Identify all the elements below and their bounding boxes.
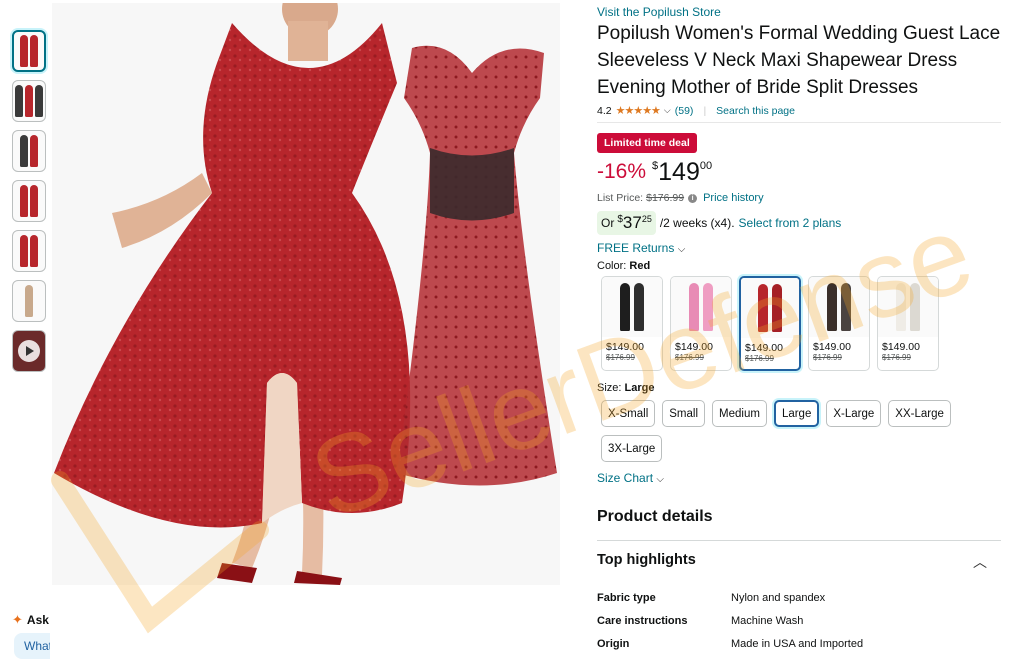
top-highlights-heading[interactable]: Top highlights: [597, 552, 696, 568]
thumbnail-strip: [12, 30, 48, 380]
divider: [597, 540, 1001, 541]
color-swatch[interactable]: $149.00 $176.99: [877, 276, 939, 371]
search-page-link[interactable]: Search this page: [716, 105, 795, 117]
store-link[interactable]: Visit the Popilush Store: [597, 5, 721, 19]
thumbnail-5[interactable]: [12, 230, 46, 272]
ask-label: Ask: [26, 613, 49, 627]
spec-key: Fabric type: [597, 592, 656, 604]
swatch-image: [741, 278, 799, 338]
swatch-price: $149.00: [882, 341, 920, 353]
rating-value: 4.2: [597, 104, 612, 117]
spec-row: Care instructions Machine Wash: [597, 615, 1001, 627]
size-options: X-Small Small Medium Large X-Large XX-Large 3X…: [601, 400, 981, 462]
size-option-button[interactable]: Medium: [712, 400, 767, 427]
color-swatches: $149.00 $176.99 $149.00 $176.99 $149.00 $176.…: [601, 276, 939, 371]
main-product-image[interactable]: [52, 3, 560, 585]
spec-value: Made in USA and Imported: [731, 638, 864, 650]
thumbnail-video[interactable]: [12, 330, 46, 372]
color-swatch[interactable]: $149.00 $176.99: [601, 276, 663, 371]
color-swatch[interactable]: $149.00 $176.99: [739, 276, 801, 371]
swatch-image: [671, 277, 731, 337]
color-swatch[interactable]: $149.00 $176.99: [670, 276, 732, 371]
size-label-text: Size:: [597, 382, 622, 394]
swatch-list-price: $176.99: [813, 353, 842, 362]
ask-widget[interactable]: ✦ Ask: [12, 612, 49, 628]
chevron-down-icon: ⌵: [656, 474, 664, 485]
size-option-button[interactable]: XX-Large: [888, 400, 951, 427]
plan-fraction: 25: [641, 214, 652, 224]
thumbnail-6[interactable]: [12, 280, 46, 322]
color-label: Color: Red: [597, 260, 650, 272]
product-title: Popilush Women's Formal Wedding Guest La…: [597, 23, 1001, 98]
size-chart-label: Size Chart: [597, 471, 654, 485]
star-rating-icon[interactable]: ★★★★★: [616, 104, 661, 117]
thumbnail-1[interactable]: [12, 30, 46, 72]
price-history-link[interactable]: Price history: [703, 192, 764, 204]
size-label: Size: Large: [597, 382, 655, 394]
sparkle-icon: ✦: [12, 612, 23, 627]
deal-badge: Limited time deal: [597, 133, 697, 153]
dress-illustration: [54, 3, 557, 585]
free-returns-label: FREE Returns: [597, 241, 675, 255]
swatch-image: [809, 277, 869, 337]
spec-key: Origin: [597, 638, 630, 650]
size-selected: Large: [624, 382, 655, 394]
size-option-button[interactable]: X-Small: [601, 400, 656, 427]
color-swatch[interactable]: $149.00 $176.99: [808, 276, 870, 371]
free-returns-link[interactable]: FREE Returns ⌵: [597, 241, 685, 255]
size-option-button[interactable]: Small: [662, 400, 706, 427]
size-chart-link[interactable]: Size Chart ⌵: [597, 471, 664, 485]
chevron-down-icon: ⌵: [677, 244, 686, 255]
chevron-up-icon[interactable]: ︿: [973, 552, 987, 572]
price-fraction: 00: [699, 160, 713, 172]
select-plans-link[interactable]: Select from 2 plans: [739, 216, 842, 230]
ask-input[interactable]: What: [14, 633, 50, 659]
size-option-button[interactable]: X-Large: [826, 400, 882, 427]
plan-price-pill: Or $ 37 25: [597, 211, 656, 235]
swatch-price: $149.00: [675, 341, 713, 353]
swatch-list-price: $176.99: [675, 353, 704, 362]
spec-row: Origin Made in USA and Imported: [597, 638, 1001, 650]
spec-value: Nylon and spandex: [731, 592, 826, 604]
plan-text: /2 weeks (x4).: [659, 216, 735, 230]
divider: [597, 122, 1001, 123]
thumbnail-4[interactable]: [12, 180, 46, 222]
payment-plan-row: Or $ 37 25 /2 weeks (x4). Select from 2 …: [597, 211, 841, 235]
separator: |: [703, 104, 707, 117]
swatch-image: [602, 277, 662, 337]
spec-row: Fabric type Nylon and spandex: [597, 592, 1001, 604]
swatch-list-price: $176.99: [606, 353, 635, 362]
size-option-button[interactable]: Large: [773, 400, 820, 427]
price-block: -16% $ 149 00: [597, 158, 712, 186]
plan-or: Or: [601, 216, 615, 230]
info-icon[interactable]: i: [688, 193, 698, 203]
swatch-price: $149.00: [606, 341, 644, 353]
price-whole: 149: [658, 158, 700, 186]
product-details-heading: Product details: [597, 508, 713, 525]
discount-percent: -16%: [597, 160, 647, 183]
swatch-list-price: $176.99: [745, 354, 774, 363]
swatch-image: [878, 277, 938, 337]
thumbnail-3[interactable]: [12, 130, 46, 172]
plan-whole: 37: [622, 213, 642, 232]
review-count-link[interactable]: (59): [675, 105, 694, 117]
list-price-label: List Price:: [597, 192, 644, 204]
chevron-down-icon[interactable]: ⌵: [664, 105, 671, 116]
spec-key: Care instructions: [597, 615, 688, 627]
swatch-price: $149.00: [813, 341, 851, 353]
swatch-list-price: $176.99: [882, 353, 911, 362]
list-price-value: $176.99: [646, 192, 685, 204]
play-icon: [18, 340, 40, 362]
color-label-text: Color:: [597, 260, 627, 272]
size-option-button[interactable]: 3X-Large: [601, 435, 663, 462]
rating-row: 4.2 ★★★★★ ⌵ (59) | Search this page: [597, 104, 795, 118]
thumbnail-2[interactable]: [12, 80, 46, 122]
list-price-row: List Price: $176.99 i Price history: [597, 192, 764, 204]
swatch-price: $149.00: [745, 342, 783, 354]
spec-value: Machine Wash: [731, 615, 804, 627]
color-selected: Red: [629, 260, 651, 272]
